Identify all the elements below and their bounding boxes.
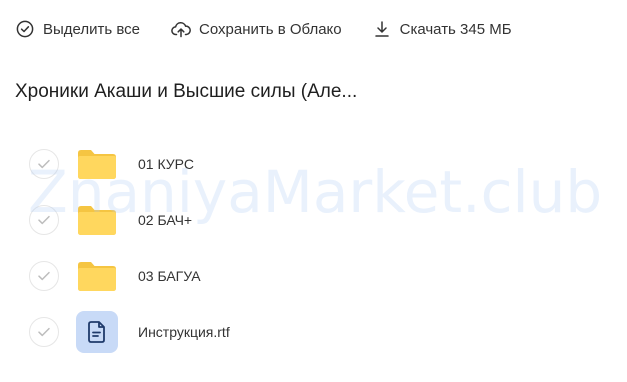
- toolbar: Выделить все Сохранить в Облако Скачать …: [15, 16, 512, 42]
- check-icon: [38, 159, 50, 169]
- folder-icon: [76, 143, 118, 185]
- check-icon: [38, 215, 50, 225]
- check-circle-icon: [15, 19, 35, 39]
- row-select-checkbox[interactable]: [29, 261, 59, 291]
- download-label: Скачать 345 МБ: [399, 20, 512, 38]
- file-name: 03 БАГУА: [138, 268, 201, 284]
- folder-icon: [76, 199, 118, 241]
- cloud-upload-icon: [171, 19, 191, 39]
- file-row-folder-03[interactable]: 03 БАГУА: [0, 249, 627, 305]
- file-row-folder-02[interactable]: 02 БАЧ+: [0, 193, 627, 249]
- row-select-checkbox[interactable]: [29, 205, 59, 235]
- row-select-checkbox[interactable]: [29, 317, 59, 347]
- file-name: 01 КУРС: [138, 156, 194, 172]
- file-name: 02 БАЧ+: [138, 212, 193, 228]
- select-all-button[interactable]: Выделить все: [15, 16, 140, 42]
- file-name: Инструкция.rtf: [138, 324, 230, 340]
- select-all-label: Выделить все: [43, 20, 141, 38]
- save-to-cloud-button[interactable]: Сохранить в Облако: [171, 16, 342, 42]
- file-row-folder-01[interactable]: 01 КУРС: [0, 137, 627, 193]
- folder-icon: [76, 255, 118, 297]
- check-icon: [38, 271, 50, 281]
- download-icon: [372, 19, 392, 39]
- download-button[interactable]: Скачать 345 МБ: [372, 16, 512, 42]
- check-icon: [38, 327, 50, 337]
- file-row-document[interactable]: Инструкция.rtf: [0, 305, 627, 361]
- document-icon: [76, 311, 118, 353]
- page-title: Хроники Акаши и Высшие силы (Але...: [15, 81, 358, 102]
- row-select-checkbox[interactable]: [29, 149, 59, 179]
- save-to-cloud-label: Сохранить в Облако: [199, 20, 342, 38]
